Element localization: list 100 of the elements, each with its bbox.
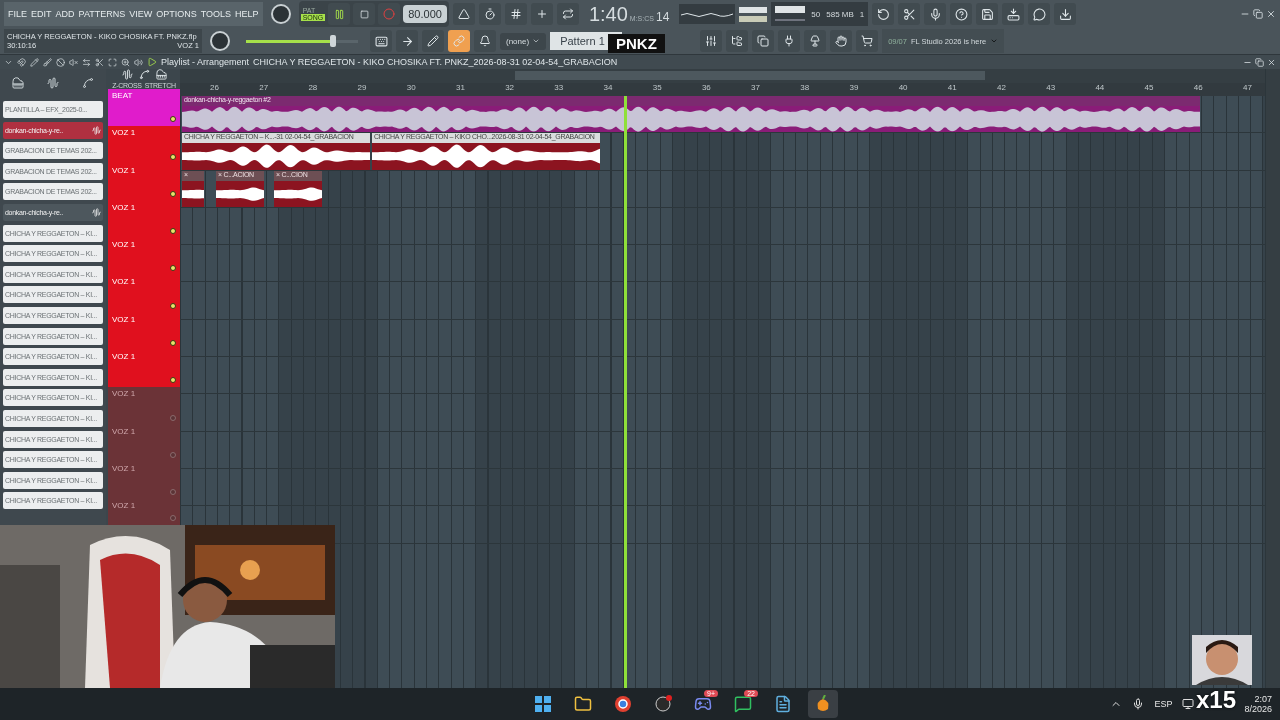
track-header[interactable]: VOZ 1	[108, 387, 180, 425]
track-enable-dot[interactable]	[170, 265, 176, 272]
toolbar-button[interactable]	[830, 30, 853, 52]
toolbar-button[interactable]	[474, 30, 496, 52]
menu-item[interactable]: FILE	[8, 9, 27, 19]
toolbar-button[interactable]	[950, 3, 973, 25]
tool-button[interactable]	[121, 57, 130, 67]
bar-number: 38	[800, 83, 811, 94]
toolbar-button[interactable]	[1028, 3, 1051, 25]
tool-button[interactable]	[134, 57, 143, 67]
track-enable-dot[interactable]	[170, 153, 176, 160]
folder-tree-icon	[731, 35, 744, 47]
track-enable-dot[interactable]	[170, 489, 176, 496]
track-enable-dot[interactable]	[170, 451, 176, 458]
track-enable-dot[interactable]	[170, 116, 176, 123]
menu-item[interactable]: OPTIONS	[156, 9, 197, 19]
toolbar-button[interactable]	[1054, 3, 1077, 25]
track-header[interactable]: BEAT	[108, 89, 180, 127]
menu-item[interactable]: ADD	[55, 9, 75, 19]
folder-icon	[574, 695, 592, 713]
tempo-display[interactable]: 80.000	[403, 5, 447, 23]
toolbar-button[interactable]	[872, 3, 895, 25]
tool-button[interactable]	[56, 57, 65, 67]
counter-overlay: x15	[1196, 686, 1237, 714]
main-pitch-knob[interactable]	[270, 4, 291, 24]
track-header[interactable]: VOZ 1	[108, 461, 180, 500]
track-enable-dot[interactable]	[170, 190, 176, 197]
track-enable-dot[interactable]	[170, 302, 176, 309]
menu-item[interactable]: EDIT	[31, 9, 52, 19]
track-name: VOZ 1	[112, 128, 136, 138]
chat-icon	[734, 695, 752, 713]
tool-button[interactable]	[95, 57, 104, 67]
track-enable-dot[interactable]	[170, 515, 176, 521]
toolbar-button[interactable]	[898, 3, 921, 25]
pause-button[interactable]	[328, 3, 351, 25]
track-name: VOZ 1	[112, 352, 136, 362]
volume-thumb[interactable]	[330, 35, 336, 47]
track-enable-dot[interactable]	[170, 414, 176, 421]
caret-icon	[990, 37, 999, 45]
bar-number: 27	[259, 83, 270, 94]
language-indicator[interactable]: ESP	[1154, 699, 1173, 709]
download-icon	[1058, 7, 1072, 21]
master-pitch-knob[interactable]	[210, 31, 230, 51]
track-header[interactable]: VOZ 1	[108, 499, 180, 525]
mute-icon	[69, 57, 78, 67]
track-enable-dot[interactable]	[170, 377, 176, 384]
triangle-icon	[457, 8, 470, 20]
toolbar-button[interactable]	[1002, 3, 1025, 25]
track-header[interactable]: VOZ 1	[108, 200, 180, 239]
toolbar-button[interactable]	[478, 3, 501, 25]
track-enable-dot[interactable]	[170, 340, 176, 347]
track-header[interactable]: VOZ 1	[108, 126, 180, 164]
snap-dropdown[interactable]: (none)	[500, 32, 547, 50]
toolbar-button[interactable]	[700, 30, 723, 52]
tool-button[interactable]	[43, 57, 52, 67]
menu-item[interactable]: VIEW	[129, 9, 153, 19]
tool-button[interactable]	[69, 57, 78, 67]
undo-icon	[876, 7, 890, 21]
bar-number: 39	[849, 83, 860, 94]
waveform-icon	[92, 125, 101, 135]
menu-item[interactable]: TOOLS	[200, 9, 232, 19]
toolbar-button[interactable]	[804, 30, 827, 52]
clock-date: 8/2026	[1244, 704, 1272, 714]
track-header[interactable]: VOZ 1	[108, 312, 180, 351]
tool-button[interactable]	[17, 57, 26, 67]
track-header[interactable]: VOZ 1	[108, 275, 180, 313]
tool-button[interactable]	[108, 57, 117, 67]
toolbar-button[interactable]	[752, 30, 775, 52]
close-icon	[1267, 57, 1276, 67]
vertical-scrollbar[interactable]	[1265, 69, 1280, 688]
track-header[interactable]: VOZ 1	[108, 350, 180, 388]
scissors-icon	[95, 57, 104, 67]
toolbar-button[interactable]	[726, 30, 749, 52]
close-icon	[1266, 9, 1276, 19]
stop-button[interactable]	[353, 3, 376, 25]
toolbar-button[interactable]	[856, 30, 879, 52]
track-header[interactable]: VOZ 1	[108, 238, 180, 276]
track-header[interactable]: VOZ 1	[108, 163, 180, 201]
track-enable-dot[interactable]	[170, 228, 176, 235]
track-header[interactable]: VOZ 1	[108, 424, 180, 462]
tool-button[interactable]	[82, 57, 91, 67]
tool-button[interactable]	[30, 57, 39, 67]
piano-roll-button[interactable]	[370, 30, 392, 52]
scroll-thumb[interactable]	[515, 71, 985, 80]
toolbar-button[interactable]	[976, 3, 999, 25]
toolbar-button[interactable]	[778, 30, 801, 52]
menu-item[interactable]: PATTERNS	[78, 9, 126, 19]
menu-item[interactable]: HELP	[235, 9, 259, 19]
toolbar-button[interactable]	[556, 3, 579, 25]
plug-icon	[783, 35, 796, 47]
windows-logo-icon	[535, 696, 551, 712]
toolbar-button[interactable]	[924, 3, 947, 25]
track-name: VOZ 1	[112, 389, 136, 399]
toolbar-button[interactable]	[396, 30, 418, 52]
toolbar-button[interactable]	[452, 3, 475, 25]
toolbar-button[interactable]	[504, 3, 527, 25]
keyboard-icon	[374, 34, 388, 48]
toolbar-button[interactable]	[422, 30, 444, 52]
stop-icon	[359, 9, 369, 19]
toolbar-button[interactable]	[530, 3, 553, 25]
